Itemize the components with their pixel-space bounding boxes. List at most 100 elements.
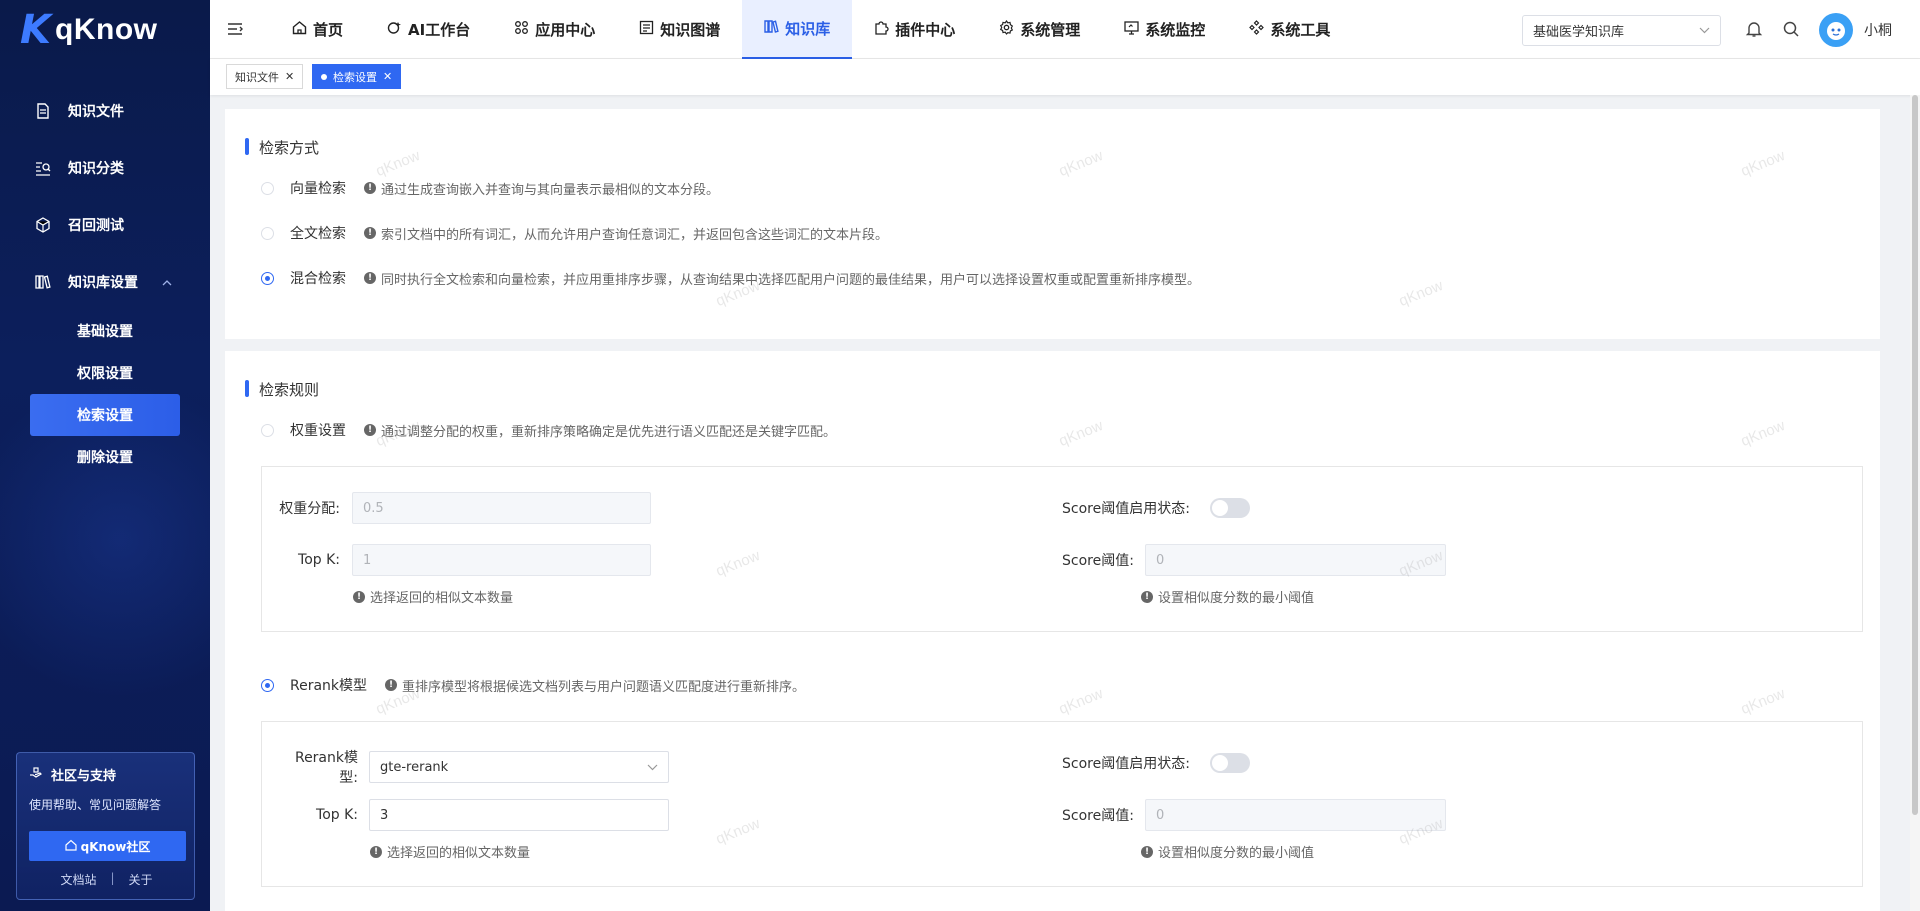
vector-search-radio[interactable] [261, 181, 274, 195]
top-nav-label: 插件中心 [895, 21, 956, 39]
top-nav-ai-workbench[interactable]: AI工作台 [365, 0, 492, 59]
hybrid-search-option[interactable]: 混合检索 ! 同时执行全文检索和向量检索，并应用重排序步骤，从查询结果中选择匹配… [261, 268, 1200, 288]
username[interactable]: 小桐 [1864, 20, 1892, 40]
fulltext-search-option[interactable]: 全文检索 ! 索引文档中的所有词汇，从而允许用户查询任意词汇，并返回包含这些词汇… [261, 223, 888, 243]
sidebar-subitem-retrieval[interactable]: 检索设置 [30, 394, 180, 436]
close-icon[interactable]: ✕ [285, 70, 294, 83]
top-nav-system-tools[interactable]: 系统工具 [1227, 0, 1352, 59]
logo[interactable]: K qKnow [20, 8, 157, 52]
score-hint-text: 设置相似度分数的最小阈值 [1158, 591, 1315, 606]
top-nav-home[interactable]: 首页 [270, 0, 365, 59]
tab-knowledge-files[interactable]: 知识文件 ✕ [226, 64, 304, 89]
option-desc: 同时执行全文检索和向量检索，并应用重排序步骤，从查询结果中选择匹配用户问题的最佳… [381, 272, 1201, 288]
option-label: 向量检索 [290, 181, 346, 197]
tabs-bar: 知识文件 ✕ 检索设置 ✕ [210, 59, 1920, 95]
info-icon: ! [364, 424, 376, 436]
weight-allocation-input[interactable]: 0.5 [352, 492, 651, 524]
tab-retrieval-settings[interactable]: 检索设置 ✕ [312, 64, 402, 89]
rerank-score-switch-row: Score阈值启用状态: [1062, 753, 1250, 773]
top-nav-knowledge-graph[interactable]: 知识图谱 [617, 0, 742, 59]
top-nav-plugin-center[interactable]: 插件中心 [852, 0, 977, 59]
main-content: 检索方式 向量检索 ! 通过生成查询嵌入并查询与其向量表示最相似的文本分段。 全… [210, 95, 1910, 911]
topk-label: Top K: [316, 807, 358, 823]
weight-topk-input[interactable]: 1 [352, 544, 651, 576]
rerank-score-switch[interactable] [1209, 753, 1250, 773]
rerank-score-input[interactable]: 0 [1144, 799, 1446, 831]
top-nav-label: AI工作台 [408, 21, 471, 39]
knowledge-base-select[interactable]: 基础医学知识库 [1522, 15, 1721, 46]
topk-hint: ! 选择返回的相似文本数量 [353, 587, 513, 606]
top-nav-app-center[interactable]: 应用中心 [492, 0, 617, 59]
sidebar-subitem-permission[interactable]: 权限设置 [30, 352, 180, 394]
home-icon [292, 20, 307, 39]
bell-icon[interactable] [1745, 20, 1763, 38]
chevron-up-icon [162, 275, 172, 291]
about-link[interactable]: 关于 [129, 871, 153, 888]
rerank-topk-input[interactable]: 3 [369, 799, 669, 831]
community-button-label: qKnow社区 [80, 839, 151, 854]
active-dot [321, 73, 327, 80]
info-icon: ! [1141, 590, 1153, 603]
top-nav-system-monitor[interactable]: 系统监控 [1102, 0, 1227, 59]
menu-toggle-icon[interactable] [226, 20, 244, 38]
support-card: 社区与支持 使用帮助、常见问题解答 qKnow社区 文档站 | 关于 [16, 752, 195, 900]
score-label: Score阈值: [1062, 808, 1134, 824]
rerank-model-value: gte-rerank [380, 759, 449, 775]
topk-hint-text: 选择返回的相似文本数量 [370, 591, 514, 606]
info-icon: ! [385, 679, 398, 691]
top-nav-system-management[interactable]: 系统管理 [977, 0, 1102, 59]
sidebar-item-knowledge-files[interactable]: 知识文件 [0, 82, 210, 139]
docs-link[interactable]: 文档站 [60, 871, 96, 888]
weight-score-switch[interactable] [1209, 498, 1250, 518]
top-nav-label: 知识库 [785, 20, 831, 38]
library-icon [764, 19, 779, 38]
rerank-model-row: Rerank模型: gte-rerank [278, 747, 669, 787]
option-desc: 重排序模型将根据候选文档列表与用户问题语义匹配度进行重新排序。 [402, 679, 806, 695]
scroll-thumb[interactable] [1912, 95, 1918, 815]
plugin-icon [874, 20, 889, 39]
top-nav-label: 知识图谱 [660, 21, 721, 39]
option-label: 权重设置 [290, 423, 346, 439]
weight-score-input[interactable]: 0 [1144, 544, 1446, 576]
option-label: Rerank模型 [290, 678, 368, 694]
support-desc: 使用帮助、常见问题解答 [29, 798, 162, 812]
top-nav-label: 首页 [313, 21, 344, 39]
close-icon[interactable]: ✕ [383, 70, 392, 83]
option-desc: 通过生成查询嵌入并查询与其向量表示最相似的文本分段。 [381, 182, 720, 198]
sidebar-item-knowledge-category[interactable]: 知识分类 [0, 139, 210, 196]
search-icon[interactable] [1782, 20, 1800, 38]
side-nav: 知识文件 知识分类 召回测试 知识库设置 基础设置 权限设置 检索设置 删除设置 [0, 82, 210, 478]
top-nav-label: 系统管理 [1020, 21, 1081, 39]
weight-setting-option[interactable]: 权重设置 ! 通过调整分配的权重，重新排序策略确定是优先进行语义匹配还是关键字匹… [261, 420, 836, 440]
community-button[interactable]: qKnow社区 [29, 831, 186, 861]
sidebar-subitem-delete[interactable]: 删除设置 [30, 436, 180, 478]
rerank-model-radio[interactable] [261, 678, 274, 692]
option-label: 全文检索 [290, 226, 346, 242]
score-switch-label: Score阈值启用状态: [1062, 756, 1190, 772]
top-nav-knowledge-base[interactable]: 知识库 [742, 0, 853, 59]
rerank-score-row: Score阈值: 0 [1062, 799, 1446, 831]
hybrid-search-radio[interactable] [261, 271, 274, 285]
avatar[interactable] [1819, 13, 1853, 47]
option-desc: 索引文档中的所有词汇，从而允许用户查询任意词汇，并返回包含这些词汇的文本片段。 [381, 227, 889, 243]
fulltext-search-radio[interactable] [261, 226, 274, 240]
sidebar-subitem-basic[interactable]: 基础设置 [30, 310, 180, 352]
topbar: 首页 AI工作台 应用中心 知识图谱 知识库 插件中心 系统管理 系统监控 系统… [210, 0, 1920, 59]
scrollbar[interactable] [1910, 95, 1920, 911]
cube-icon [34, 216, 52, 234]
link-separator: | [110, 871, 115, 885]
logo-mark: K [20, 7, 51, 53]
score-switch-label: Score阈值启用状态: [1062, 501, 1190, 517]
vector-search-option[interactable]: 向量检索 ! 通过生成查询嵌入并查询与其向量表示最相似的文本分段。 [261, 178, 719, 198]
weight-topk-row: Top K: 1 [278, 544, 651, 576]
topk-label: Top K: [298, 552, 340, 568]
info-icon: ! [353, 590, 365, 603]
sidebar-item-recall-test[interactable]: 召回测试 [0, 196, 210, 253]
sub-nav: 基础设置 权限设置 检索设置 删除设置 [0, 310, 210, 478]
weight-setting-radio[interactable] [261, 423, 274, 437]
rerank-model-select[interactable]: gte-rerank [369, 751, 669, 783]
ai-icon [387, 20, 402, 39]
weight-score-switch-row: Score阈值启用状态: [1062, 498, 1250, 518]
sidebar-item-kb-settings[interactable]: 知识库设置 [0, 253, 210, 310]
rerank-model-option[interactable]: Rerank模型 ! 重排序模型将根据候选文档列表与用户问题语义匹配度进行重新排… [261, 675, 805, 695]
